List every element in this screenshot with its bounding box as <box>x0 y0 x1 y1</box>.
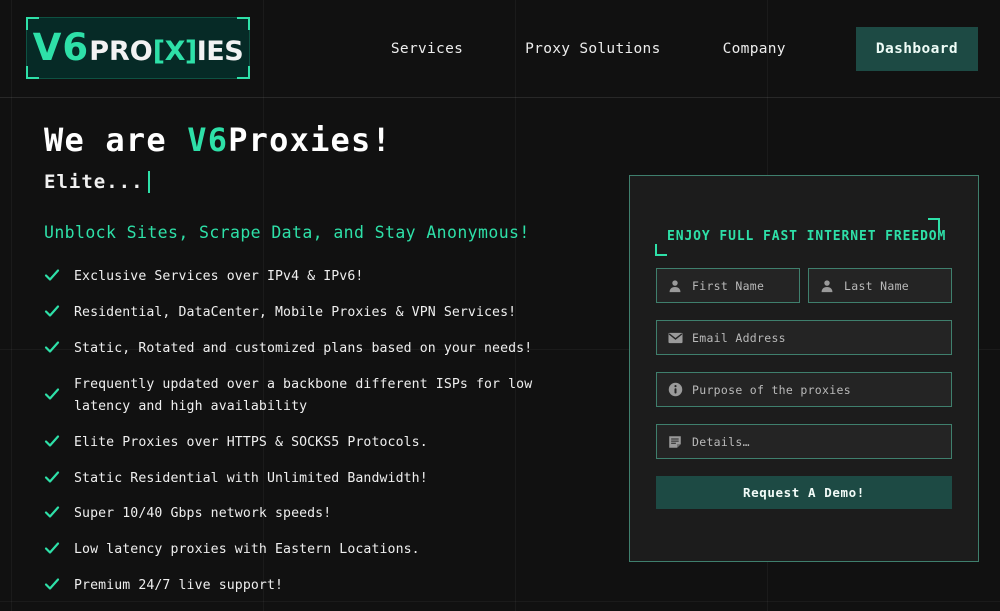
check-icon <box>44 303 60 319</box>
nav-item-company[interactable]: Company <box>723 35 786 63</box>
purpose-input[interactable] <box>692 382 941 397</box>
check-icon <box>44 339 60 355</box>
hero-title-accent: V6 <box>187 121 229 159</box>
header-divider-line <box>0 97 1000 98</box>
list-item: Frequently updated over a backbone diffe… <box>44 374 604 419</box>
form-heading: ENJOY FULL FAST INTERNET FREEDOM <box>667 229 947 244</box>
email-field[interactable] <box>656 320 952 355</box>
note-icon <box>667 434 683 450</box>
request-demo-button[interactable]: Request A Demo! <box>656 476 952 509</box>
typing-caret-icon <box>147 171 150 194</box>
check-icon <box>44 433 60 449</box>
list-item: Elite Proxies over HTTPS & SOCKS5 Protoc… <box>44 432 604 455</box>
feature-text: Frequently updated over a backbone diffe… <box>74 376 533 415</box>
first-name-field[interactable] <box>656 268 800 303</box>
first-name-input[interactable] <box>692 278 789 293</box>
main-navigation: Services Proxy Solutions Company Dashboa… <box>391 26 978 71</box>
logo-corner-bottom-right-icon <box>237 65 250 79</box>
hero-typed-line: Elite... <box>44 169 604 195</box>
hero-tagline: Unblock Sites, Scrape Data, and Stay Ano… <box>44 223 530 243</box>
nav-item-proxy-solutions[interactable]: Proxy Solutions <box>525 35 660 63</box>
logo-corner-bottom-left-icon <box>26 65 39 79</box>
details-input[interactable] <box>692 434 941 449</box>
check-icon <box>44 504 60 520</box>
logo[interactable]: V6PRO[X]IES <box>26 16 250 79</box>
feature-text: Elite Proxies over HTTPS & SOCKS5 Protoc… <box>74 434 428 450</box>
logo-x-text: X <box>164 36 186 67</box>
feature-text: Residential, DataCenter, Mobile Proxies … <box>74 305 517 321</box>
form-header: ENJOY FULL FAST INTERNET FREEDOM <box>655 176 952 268</box>
feature-text: Super 10/40 Gbps network speeds! <box>74 506 332 522</box>
list-item: Low latency proxies with Eastern Locatio… <box>44 539 604 562</box>
logo-corner-top-left-icon <box>26 16 39 30</box>
list-item: Static Residential with Unlimited Bandwi… <box>44 468 604 491</box>
person-icon <box>667 278 683 294</box>
last-name-field[interactable] <box>808 268 952 303</box>
logo-v6-text: V6 <box>32 26 90 69</box>
logo-pro-text: PRO <box>89 36 153 67</box>
hero-title-suffix: Proxies! <box>228 121 392 159</box>
nav-item-services[interactable]: Services <box>391 35 463 63</box>
hero-section: We are V6Proxies! Elite... Unblock Sites… <box>44 121 604 611</box>
hero-title-prefix: We are <box>44 121 188 159</box>
feature-text: Premium 24/7 live support! <box>74 577 284 593</box>
logo-bracket-open: [ <box>152 36 165 67</box>
check-icon <box>44 267 60 283</box>
feature-list: Exclusive Services over IPv4 & IPv6! Res… <box>44 266 604 597</box>
page-title: We are V6Proxies! <box>44 121 604 159</box>
check-icon <box>44 576 60 592</box>
logo-wordmark: V6PRO[X]IES <box>32 26 244 69</box>
list-item: Static, Rotated and customized plans bas… <box>44 338 604 361</box>
envelope-icon <box>667 330 683 346</box>
logo-corner-top-right-icon <box>237 16 250 30</box>
dashboard-button[interactable]: Dashboard <box>855 26 978 71</box>
logo-bracket-close: ] <box>184 36 197 67</box>
demo-request-form: ENJOY FULL FAST INTERNET FREEDOM First N… <box>629 175 979 562</box>
email-input[interactable] <box>692 330 941 345</box>
feature-text: Low latency proxies with Eastern Locatio… <box>74 542 420 558</box>
check-icon <box>44 386 60 402</box>
check-icon <box>44 540 60 556</box>
hero-typed-text: Elite... <box>44 171 144 194</box>
person-icon <box>819 278 835 294</box>
feature-text: Exclusive Services over IPv4 & IPv6! <box>74 269 364 285</box>
list-item: Premium 24/7 live support! <box>44 575 604 598</box>
corner-bracket-bottom-left-icon <box>655 244 667 256</box>
details-field[interactable] <box>656 424 952 459</box>
list-item: Residential, DataCenter, Mobile Proxies … <box>44 302 604 325</box>
logo-ies-text: IES <box>196 36 244 67</box>
name-row <box>656 268 952 320</box>
info-icon <box>667 382 683 398</box>
list-item: Super 10/40 Gbps network speeds! <box>44 503 604 526</box>
last-name-input[interactable] <box>844 278 941 293</box>
purpose-field[interactable] <box>656 372 952 407</box>
site-header: V6PRO[X]IES Services Proxy Solutions Com… <box>0 0 1000 97</box>
list-item: Exclusive Services over IPv4 & IPv6! <box>44 266 604 289</box>
check-icon <box>44 469 60 485</box>
feature-text: Static Residential with Unlimited Bandwi… <box>74 470 428 486</box>
feature-text: Static, Rotated and customized plans bas… <box>74 340 533 356</box>
